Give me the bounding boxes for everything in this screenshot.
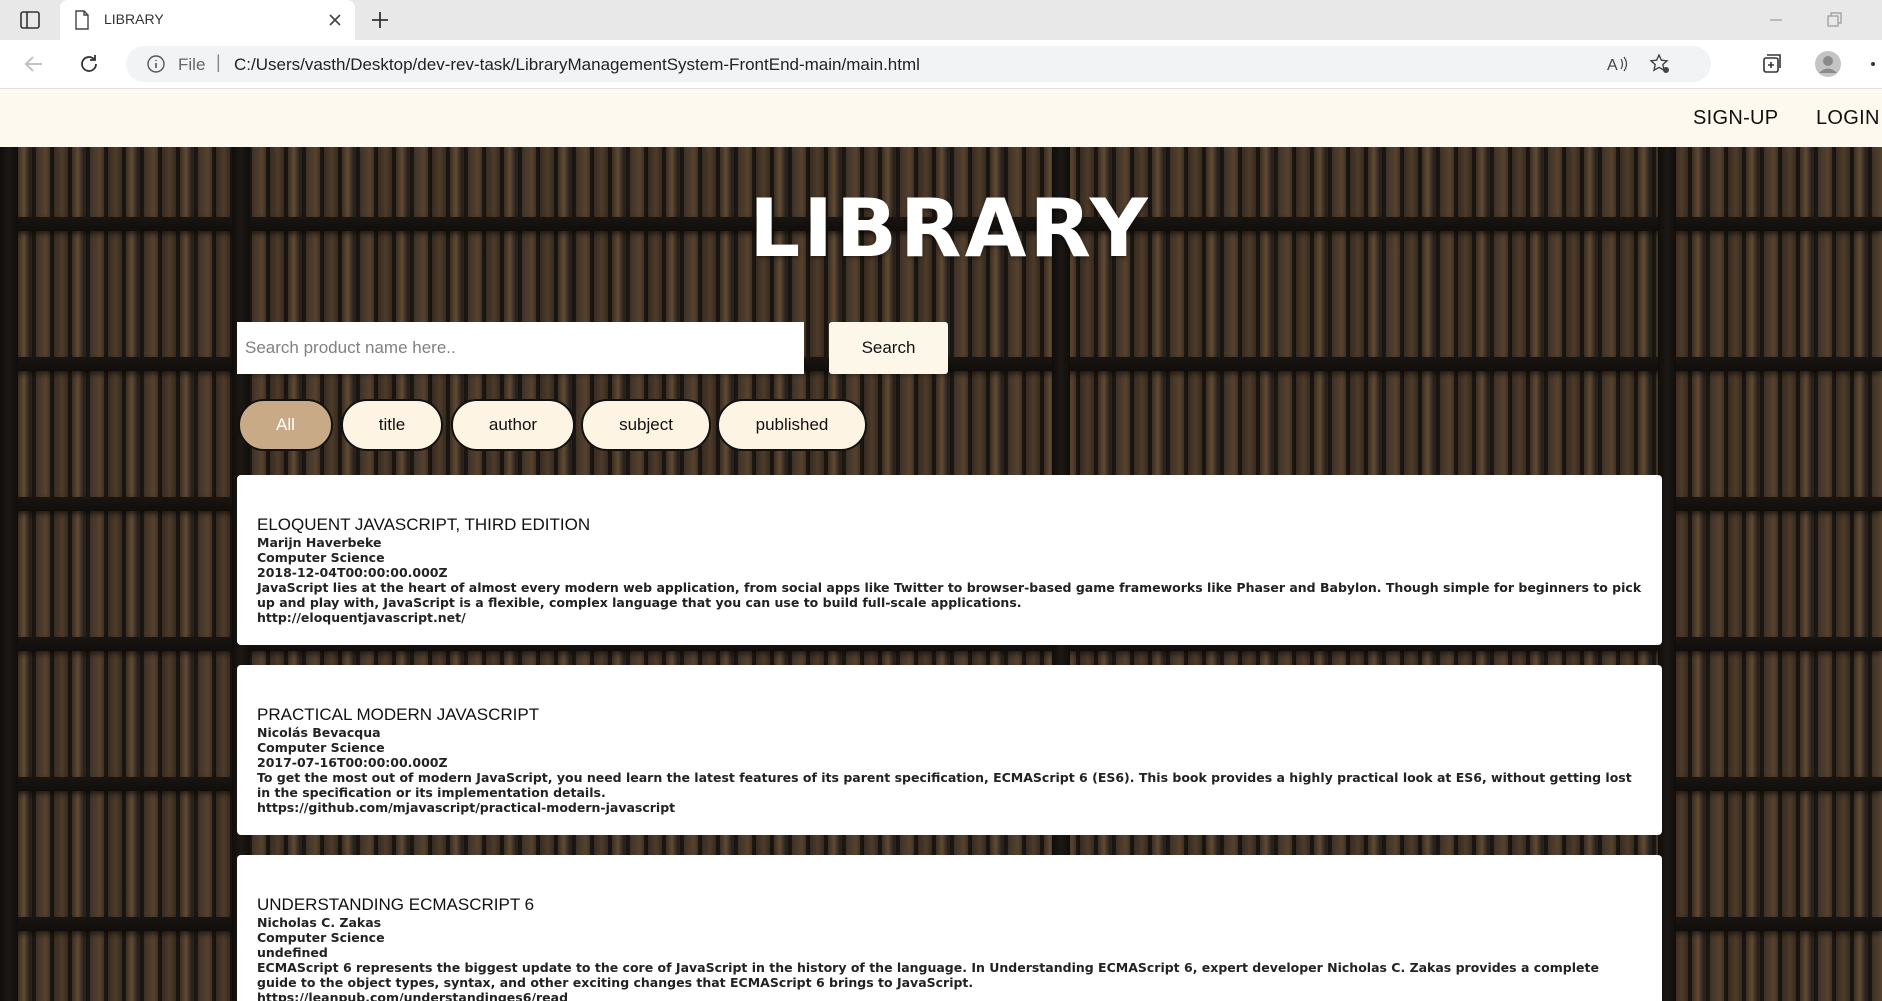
site-navbar: SIGN-UP LOGIN (0, 89, 1882, 147)
book-link[interactable]: https://github.com/mjavascript/practical… (257, 800, 1642, 815)
more-icon[interactable] (1866, 51, 1882, 77)
close-icon[interactable] (327, 12, 343, 28)
search-input[interactable] (237, 322, 804, 374)
restore-icon[interactable] (1824, 10, 1844, 30)
book-subject: Computer Science (257, 930, 385, 945)
browser-tab[interactable]: LIBRARY (60, 0, 355, 40)
book-subject: Computer Science (257, 740, 385, 755)
browser-tab-strip: LIBRARY (0, 0, 1882, 40)
favorite-star-icon[interactable] (1649, 53, 1671, 75)
book-card[interactable]: ELOQUENT JAVASCRIPT, THIRD EDITION Marij… (237, 475, 1662, 645)
hero-section: LIBRARY Search All title author subject … (0, 147, 1882, 1001)
book-published: 2017-07-16T00:00:00.000Z (257, 755, 448, 770)
book-description: JavaScript lies at the heart of almost e… (257, 580, 1642, 610)
profile-avatar-icon[interactable] (1815, 51, 1841, 77)
filter-published-button[interactable]: published (717, 399, 867, 451)
tab-title: LIBRARY (104, 11, 164, 27)
reload-icon[interactable] (77, 52, 101, 76)
address-bar[interactable]: File | C:/Users/vasth/Desktop/dev-rev-ta… (126, 46, 1711, 82)
book-published: undefined (257, 945, 328, 960)
document-icon (74, 10, 90, 30)
url-separator: | (216, 52, 221, 72)
book-title: PRACTICAL MODERN JAVASCRIPT (257, 705, 540, 724)
address-toolbar: File | C:/Users/vasth/Desktop/dev-rev-ta… (0, 40, 1882, 89)
filter-title-button[interactable]: title (341, 399, 443, 451)
book-published: 2018-12-04T00:00:00.000Z (257, 565, 448, 580)
book-description: ECMAScript 6 represents the biggest upda… (257, 960, 1599, 990)
plus-icon[interactable] (370, 10, 390, 30)
page-title: LIBRARY (749, 182, 1151, 275)
url-text[interactable]: C:/Users/vasth/Desktop/dev-rev-task/Libr… (234, 55, 920, 75)
login-link[interactable]: LOGIN (1816, 107, 1880, 130)
filter-author-button[interactable]: author (451, 399, 575, 451)
filter-subject-button[interactable]: subject (581, 399, 711, 451)
book-title: ELOQUENT JAVASCRIPT, THIRD EDITION (257, 515, 591, 534)
book-author: Nicolás Bevacqua (257, 725, 381, 740)
minimize-icon[interactable] (1766, 10, 1786, 30)
read-aloud-icon[interactable]: A (1607, 54, 1629, 74)
signup-link[interactable]: SIGN-UP (1693, 107, 1778, 130)
book-link[interactable]: http://eloquentjavascript.net/ (257, 610, 1642, 625)
svg-text:A: A (1607, 57, 1618, 74)
book-subject: Computer Science (257, 550, 385, 565)
back-arrow-icon[interactable] (22, 52, 46, 76)
book-author: Marijn Haverbeke (257, 535, 382, 550)
book-author: Nicholas C. Zakas (257, 915, 382, 930)
book-link[interactable]: https://leanpub.com/understandinges6/rea… (257, 990, 1642, 1001)
book-card[interactable]: PRACTICAL MODERN JAVASCRIPT Nicolás Beva… (237, 665, 1662, 835)
search-button[interactable]: Search (829, 322, 948, 374)
book-title: UNDERSTANDING ECMASCRIPT 6 (257, 895, 535, 914)
sidebar-toggle-icon[interactable] (18, 10, 42, 30)
book-card[interactable]: UNDERSTANDING ECMASCRIPT 6 Nicholas C. Z… (237, 855, 1662, 1001)
book-description: To get the most out of modern JavaScript… (257, 770, 1632, 800)
filter-all-button[interactable]: All (238, 399, 333, 451)
collections-icon[interactable] (1758, 51, 1784, 77)
file-label: File (178, 55, 206, 74)
info-icon[interactable] (146, 54, 166, 74)
